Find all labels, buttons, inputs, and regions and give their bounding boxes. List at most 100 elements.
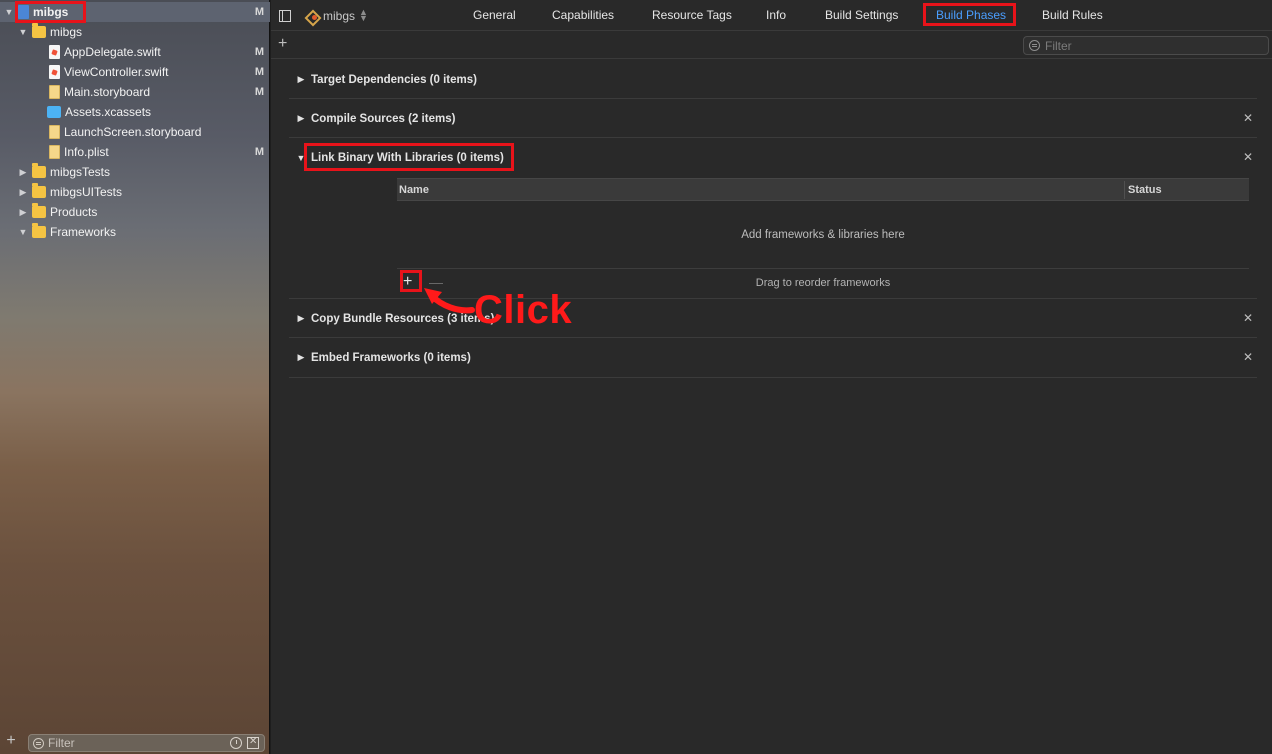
nav-item-frameworks[interactable]: ▼ Frameworks — [0, 222, 270, 242]
navigator-footer: + — [0, 728, 270, 754]
nav-item-label: LaunchScreen.storyboard — [64, 125, 202, 139]
folder-icon — [32, 183, 46, 198]
nav-item-label: Assets.xcassets — [65, 105, 152, 119]
nav-item-label: Main.storyboard — [64, 85, 151, 99]
folder-icon — [32, 203, 46, 218]
table-header: Name Status — [397, 178, 1249, 201]
phase-title: Embed Frameworks (0 items) — [311, 351, 471, 364]
navigator-filter-input[interactable] — [48, 736, 218, 750]
nav-item-label: AppDelegate.swift — [64, 45, 161, 59]
build-phases-filter-input[interactable] — [1045, 38, 1245, 53]
add-file-button[interactable]: + — [0, 732, 22, 750]
project-navigator: ▼ mibgs M ▼ mibgs AppDelegate.swift M Vi… — [0, 0, 270, 754]
plist-file-icon — [49, 145, 60, 159]
phase-link-binary-with-libraries: ▼ Link Binary With Libraries (0 items) ✕… — [289, 138, 1257, 299]
phase-header[interactable]: ▼ Link Binary With Libraries (0 items) — [289, 138, 1257, 177]
nav-item-label: mibgsUITests — [50, 185, 123, 199]
tab-build-settings[interactable]: Build Settings — [825, 8, 898, 22]
phase-title: Target Dependencies (0 items) — [311, 73, 477, 86]
nav-item-label: Frameworks — [50, 225, 117, 239]
delete-phase-icon[interactable]: ✕ — [1243, 150, 1253, 164]
phase-header[interactable]: ▶ Compile Sources (2 items) — [289, 99, 1257, 138]
tab-capabilities[interactable]: Capabilities — [552, 8, 614, 22]
add-build-phase-button[interactable]: + — [278, 35, 287, 53]
nav-item-uitests[interactable]: ▶ mibgsUITests — [0, 182, 270, 202]
show-targets-panel-icon[interactable] — [279, 10, 291, 22]
folder-icon — [32, 163, 46, 178]
nav-item-assets[interactable]: Assets.xcassets — [0, 102, 270, 122]
disclosure-collapsed-icon[interactable]: ▶ — [18, 207, 28, 217]
phase-title: Link Binary With Libraries (0 items) — [311, 151, 504, 164]
nav-item-appdelegate[interactable]: AppDelegate.swift M — [0, 42, 270, 62]
folder-icon — [32, 23, 46, 38]
asset-catalog-icon — [47, 106, 61, 118]
nav-item-label: mibgsTests — [50, 165, 111, 179]
disclosure-expanded-icon[interactable]: ▼ — [18, 227, 28, 237]
disclosure-collapsed-icon[interactable]: ▶ — [291, 352, 311, 363]
storyboard-file-icon — [49, 85, 60, 99]
project-file-icon — [18, 5, 29, 19]
nav-item-viewcontroller[interactable]: ViewController.swift M — [0, 62, 270, 82]
scm-modified-badge: M — [254, 6, 264, 18]
target-selector[interactable]: mibgs — [323, 9, 355, 23]
scm-modified-badge: M — [254, 86, 264, 98]
nav-item-label: mibgs — [50, 25, 83, 39]
phase-header[interactable]: ▶ Target Dependencies (0 items) — [289, 60, 1257, 99]
nav-item-main-storyboard[interactable]: Main.storyboard M — [0, 82, 270, 102]
disclosure-expanded-icon[interactable]: ▼ — [18, 27, 28, 37]
project-editor: mibgs ▲ ▼ General Capabilities Resource T… — [271, 0, 1272, 754]
nav-item-group-mibgs[interactable]: ▼ mibgs — [0, 22, 270, 42]
add-library-button[interactable]: + — [403, 274, 412, 290]
folder-icon — [32, 223, 46, 238]
app-target-icon — [305, 10, 319, 22]
disclosure-collapsed-icon[interactable]: ▶ — [18, 187, 28, 197]
build-phases-filter-field[interactable] — [1023, 36, 1269, 55]
nav-item-tests[interactable]: ▶ mibgsTests — [0, 162, 270, 182]
project-name: mibgs — [33, 5, 69, 19]
annotation-arrow-icon — [424, 288, 475, 314]
chevron-updown-icon[interactable]: ▲ ▼ — [359, 8, 368, 23]
navigator-filter-field[interactable] — [28, 734, 265, 752]
scm-modified-badge: M — [254, 46, 264, 58]
nav-item-label: ViewController.swift — [64, 65, 169, 79]
disclosure-collapsed-icon[interactable]: ▶ — [18, 167, 28, 177]
disclosure-collapsed-icon[interactable]: ▶ — [291, 313, 311, 324]
column-divider[interactable] — [1124, 181, 1125, 199]
filter-icon — [33, 737, 44, 749]
column-header-name[interactable]: Name — [399, 184, 429, 196]
phase-compile-sources: ▶ Compile Sources (2 items) ✕ — [289, 99, 1257, 138]
editor-tab-bar: mibgs ▲ ▼ General Capabilities Resource T… — [271, 0, 1272, 31]
nav-item-label: Products — [50, 205, 98, 219]
delete-phase-icon[interactable]: ✕ — [1243, 350, 1253, 364]
project-row[interactable]: ▼ mibgs M — [0, 2, 270, 22]
nav-item-products[interactable]: ▶ Products — [0, 202, 270, 222]
column-header-status[interactable]: Status — [1128, 184, 1162, 196]
delete-phase-icon[interactable]: ✕ — [1243, 311, 1253, 325]
phase-target-dependencies: ▶ Target Dependencies (0 items) — [289, 60, 1257, 99]
phase-embed-frameworks: ▶ Embed Frameworks (0 items) ✕ — [289, 338, 1257, 378]
disclosure-collapsed-icon[interactable]: ▶ — [291, 113, 311, 124]
swift-file-icon — [49, 45, 60, 59]
phase-header[interactable]: ▶ Embed Frameworks (0 items) — [289, 338, 1257, 377]
tab-build-phases[interactable]: Build Phases — [936, 8, 1006, 22]
recent-files-icon[interactable] — [230, 737, 242, 749]
tab-general[interactable]: General — [473, 8, 516, 22]
storyboard-file-icon — [49, 125, 60, 139]
disclosure-collapsed-icon[interactable]: ▶ — [291, 74, 311, 85]
delete-phase-icon[interactable]: ✕ — [1243, 111, 1253, 125]
swift-file-icon — [49, 65, 60, 79]
nav-item-info-plist[interactable]: Info.plist M — [0, 142, 270, 162]
disclosure-expanded-icon[interactable]: ▼ — [291, 153, 311, 163]
tab-build-rules[interactable]: Build Rules — [1042, 8, 1103, 22]
scm-filter-icon[interactable] — [247, 736, 259, 749]
disclosure-expanded-icon[interactable]: ▼ — [4, 7, 14, 17]
phase-title: Compile Sources (2 items) — [311, 112, 456, 125]
nav-item-launchscreen[interactable]: LaunchScreen.storyboard — [0, 122, 270, 142]
filter-icon — [1029, 40, 1040, 51]
empty-table-placeholder: Add frameworks & libraries here — [741, 229, 905, 241]
click-annotation: Click — [474, 288, 573, 332]
tab-info[interactable]: Info — [766, 8, 786, 22]
nav-item-label: Info.plist — [64, 145, 109, 159]
tab-resource-tags[interactable]: Resource Tags — [652, 8, 732, 22]
build-phases-toolbar: + — [271, 31, 1272, 59]
